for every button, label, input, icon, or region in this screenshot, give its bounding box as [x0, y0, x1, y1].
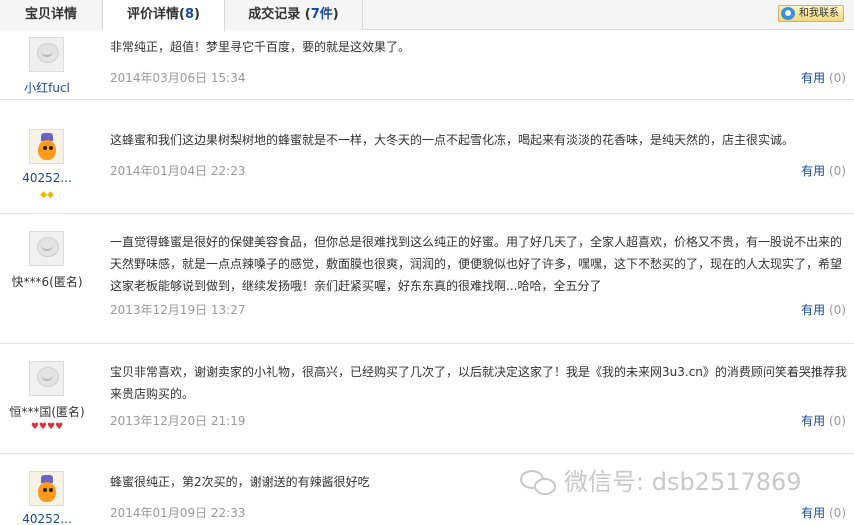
eye-icon: [43, 488, 47, 492]
rank-diamond-icon: ◆◆: [40, 190, 54, 200]
user-name[interactable]: 40252...: [0, 512, 94, 525]
eye-icon: [43, 146, 47, 150]
tab-label: 成交记录 (: [248, 7, 311, 22]
tab-label-suffix: ): [194, 7, 200, 22]
review-date: 2014年01月04日 22:23: [110, 164, 246, 178]
useful-button[interactable]: 有用 (0): [801, 69, 846, 86]
review-date: 2014年03月06日 15:34: [110, 71, 246, 85]
useful-label: 有用: [801, 414, 826, 428]
tab-label-suffix: ): [332, 7, 339, 22]
useful-button[interactable]: 有用 (0): [801, 301, 846, 318]
useful-count: (0): [829, 303, 846, 317]
eye-icon: [49, 488, 53, 492]
watermark-text: 微信号: dsb2517869: [564, 468, 802, 496]
useful-count: (0): [829, 164, 846, 178]
useful-button[interactable]: 有用 (0): [801, 412, 846, 429]
user-name: 恒***国(匿名): [9, 405, 85, 419]
review-row: 快***6(匿名) 一直觉得蜂蜜是很好的保健美容食品，但你总是很难找到这么纯正的…: [0, 214, 854, 344]
review-date: 2014年01月09日 22:33: [110, 506, 246, 520]
tab-label: 宝贝详情: [24, 7, 77, 22]
review-text: 一直觉得蜂蜜是很好的保健美容食品，但你总是很难找到这么纯正的好蜜。用了好几天了，…: [110, 235, 843, 293]
useful-label: 有用: [801, 71, 826, 85]
useful-count: (0): [829, 414, 846, 428]
wechat-watermark: 微信号: dsb2517869: [520, 462, 802, 502]
useful-label: 有用: [801, 506, 826, 520]
useful-count: (0): [829, 506, 846, 520]
review-text: 非常纯正，超值！梦里寻它千百度，要的就是这效果了。: [110, 40, 411, 54]
review-date: 2013年12月19日 13:27: [110, 303, 246, 317]
review-text: 这蜂蜜和我们这边果树梨树地的蜂蜜就是不一样，大冬天的一点不起雪化冻，喝起来有淡淡…: [110, 133, 795, 147]
tab-label: 评价详情(: [127, 7, 185, 22]
avatar[interactable]: [29, 471, 64, 506]
contact-label: 和我联系: [799, 8, 839, 19]
user-name: 快***6(匿名): [11, 275, 83, 289]
useful-label: 有用: [801, 303, 826, 317]
review-row: 小红fucl 非常纯正，超值！梦里寻它千百度，要的就是这效果了。 2014年03…: [0, 31, 854, 100]
useful-label: 有用: [801, 164, 826, 178]
tab-count: 7件: [310, 7, 333, 22]
user-name[interactable]: 小红fucl: [0, 79, 94, 96]
review-row: 恒***国(匿名) ♥♥♥♥ 宝贝非常喜欢，谢谢卖家的小礼物，很高兴，已经购买了…: [0, 344, 854, 454]
user-name[interactable]: 40252...: [0, 171, 94, 185]
review-date: 2013年12月20日 21:19: [110, 414, 246, 428]
useful-button[interactable]: 有用 (0): [801, 162, 846, 179]
tab-reviews[interactable]: 评价详情(8): [103, 0, 225, 31]
eye-icon: [49, 146, 53, 150]
tab-count: 8: [184, 7, 195, 22]
tab-bar: 宝贝详情 评价详情(8) 成交记录 (7件) 和我联系: [0, 0, 854, 31]
useful-count: (0): [829, 71, 846, 85]
contact-seller-button[interactable]: 和我联系: [778, 5, 844, 22]
tab-transactions[interactable]: 成交记录 (7件): [225, 0, 363, 30]
wechat-icon: [520, 468, 558, 498]
avatar[interactable]: [29, 361, 64, 396]
review-text: 宝贝非常喜欢，谢谢卖家的小礼物，很高兴，已经购买了几次了，以后就决定这家了！我是…: [110, 365, 847, 401]
avatar[interactable]: [29, 231, 64, 266]
avatar[interactable]: [29, 129, 64, 164]
chick-icon: [38, 140, 56, 160]
chick-icon: [38, 482, 56, 502]
review-row: 40252... ◆◆ 这蜂蜜和我们这边果树梨树地的蜂蜜就是不一样，大冬天的一点…: [0, 116, 854, 214]
tab-item-details[interactable]: 宝贝详情: [0, 0, 103, 30]
chat-icon: [781, 7, 795, 20]
rank-heart-icon: ♥♥♥♥: [30, 422, 64, 432]
avatar[interactable]: [29, 37, 64, 72]
useful-button[interactable]: 有用 (0): [801, 504, 846, 521]
